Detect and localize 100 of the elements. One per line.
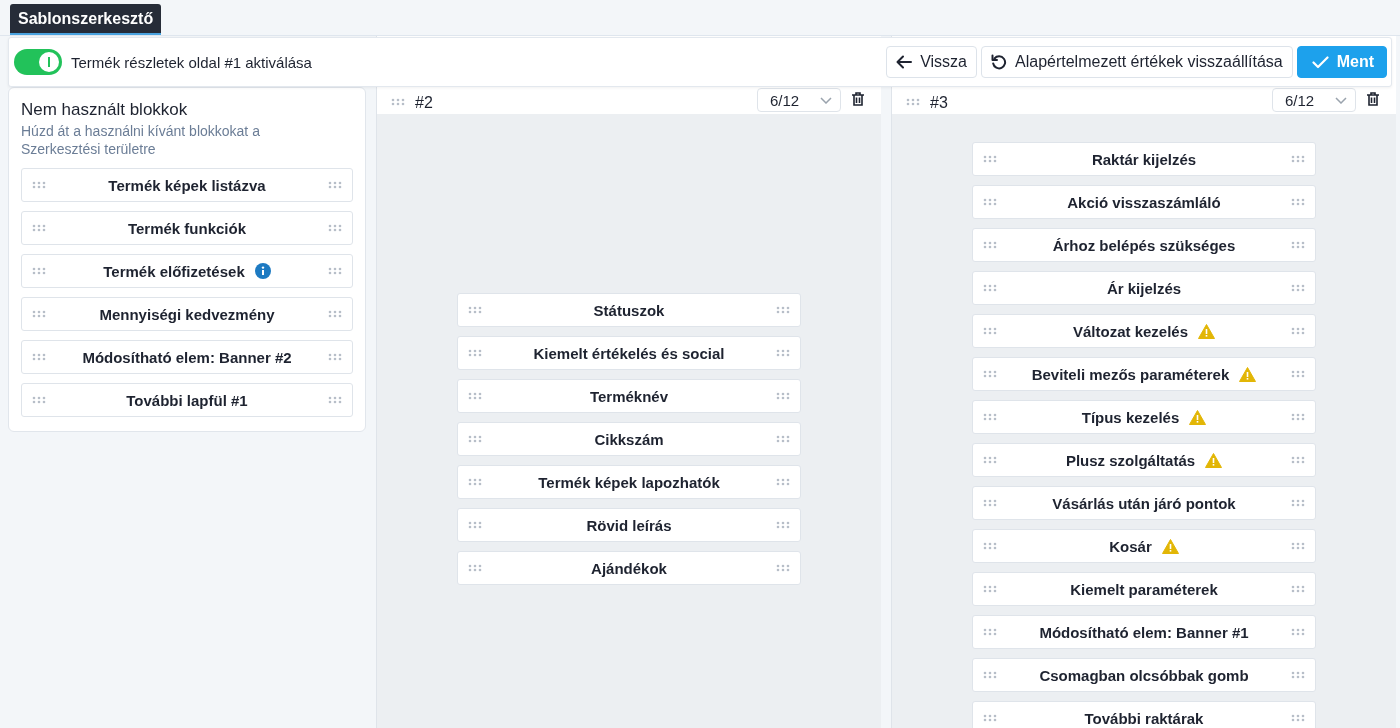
drag-handle-icon[interactable]: [328, 267, 342, 275]
drag-handle-icon[interactable]: [983, 370, 997, 378]
drag-handle-icon[interactable]: [32, 353, 46, 361]
drag-handle-icon[interactable]: [1291, 585, 1305, 593]
width-select[interactable]: 6/12: [1272, 88, 1356, 112]
warning-icon: [1189, 409, 1207, 425]
drag-handle-icon[interactable]: [468, 349, 482, 357]
block-card[interactable]: Csomagban olcsóbbak gomb: [972, 658, 1316, 692]
drag-handle-icon[interactable]: [776, 435, 790, 443]
drag-handle-icon[interactable]: [328, 396, 342, 404]
drag-handle-icon[interactable]: [32, 310, 46, 318]
drag-handle-icon[interactable]: [983, 241, 997, 249]
template-editor-tab[interactable]: Sablonszerkesztő: [10, 4, 162, 35]
drag-handle-icon[interactable]: [983, 585, 997, 593]
drag-handle-icon[interactable]: [1291, 628, 1305, 636]
block-card[interactable]: Terméknév: [457, 379, 801, 413]
drag-handle-icon[interactable]: [1291, 241, 1305, 249]
drag-handle-icon[interactable]: [32, 396, 46, 404]
block-card[interactable]: Vásárlás után járó pontok: [972, 486, 1316, 520]
drag-handle-icon[interactable]: [776, 521, 790, 529]
block-card[interactable]: Kiemelt paraméterek: [972, 572, 1316, 606]
drag-handle-icon[interactable]: [1291, 284, 1305, 292]
block-card[interactable]: Termék előfizetések: [21, 254, 353, 288]
block-card[interactable]: Árhoz belépés szükséges: [972, 228, 1316, 262]
block-card[interactable]: További lapfül #1: [21, 383, 353, 417]
drag-handle-icon[interactable]: [983, 628, 997, 636]
block-card[interactable]: Kosár: [972, 529, 1316, 563]
block-card[interactable]: Termék képek lapozhatók: [457, 465, 801, 499]
warning-icon: [1198, 323, 1216, 339]
width-select[interactable]: 6/12: [757, 88, 841, 112]
block-card[interactable]: Státuszok: [457, 293, 801, 327]
back-button[interactable]: Vissza: [886, 46, 977, 78]
drag-handle-icon[interactable]: [32, 267, 46, 275]
drag-handle-icon[interactable]: [983, 155, 997, 163]
block-card[interactable]: Termék funkciók: [21, 211, 353, 245]
drag-handle-icon[interactable]: [983, 542, 997, 550]
drag-handle-icon[interactable]: [1291, 155, 1305, 163]
drag-handle-icon[interactable]: [32, 181, 46, 189]
arrow-left-icon: [896, 55, 913, 69]
drag-handle-icon[interactable]: [391, 98, 405, 106]
drag-handle-icon[interactable]: [1291, 370, 1305, 378]
drag-handle-icon[interactable]: [983, 714, 997, 722]
block-card[interactable]: További raktárak: [972, 701, 1316, 728]
panel-title: Nem használt blokkok: [21, 100, 189, 120]
drag-handle-icon[interactable]: [1291, 714, 1305, 722]
warning-icon: [1161, 538, 1179, 554]
block-card[interactable]: Mennyiségi kedvezmény: [21, 297, 353, 331]
drag-handle-icon[interactable]: [468, 521, 482, 529]
block-card[interactable]: Típus kezelés: [972, 400, 1316, 434]
block-card[interactable]: Rövid leírás: [457, 508, 801, 542]
toggle-label: Termék részletek oldal #1 aktiválása: [71, 53, 313, 71]
drag-handle-icon[interactable]: [983, 198, 997, 206]
info-icon: [254, 263, 271, 279]
drag-handle-icon[interactable]: [983, 456, 997, 464]
drag-handle-icon[interactable]: [1291, 456, 1305, 464]
drag-handle-icon[interactable]: [1291, 542, 1305, 550]
drag-handle-icon[interactable]: [328, 181, 342, 189]
drag-handle-icon[interactable]: [328, 224, 342, 232]
block-card[interactable]: Ajándékok: [457, 551, 801, 585]
delete-icon[interactable]: [1366, 92, 1380, 106]
drag-handle-icon[interactable]: [468, 392, 482, 400]
warning-icon: [1205, 452, 1223, 468]
drag-handle-icon[interactable]: [776, 564, 790, 572]
block-card[interactable]: Cikkszám: [457, 422, 801, 456]
drag-handle-icon[interactable]: [1291, 499, 1305, 507]
drag-handle-icon[interactable]: [983, 671, 997, 679]
drag-handle-icon[interactable]: [1291, 413, 1305, 421]
drag-handle-icon[interactable]: [468, 478, 482, 486]
drag-handle-icon[interactable]: [468, 564, 482, 572]
block-card[interactable]: Beviteli mezős paraméterek: [972, 357, 1316, 391]
drag-handle-icon[interactable]: [328, 310, 342, 318]
drag-handle-icon[interactable]: [906, 98, 920, 106]
block-card[interactable]: Módosítható elem: Banner #1: [972, 615, 1316, 649]
drag-handle-icon[interactable]: [983, 499, 997, 507]
block-card[interactable]: Termék képek listázva: [21, 168, 353, 202]
drag-handle-icon[interactable]: [1291, 198, 1305, 206]
block-card[interactable]: Raktár kijelzés: [972, 142, 1316, 176]
block-card[interactable]: Ár kijelzés: [972, 271, 1316, 305]
drag-handle-icon[interactable]: [983, 327, 997, 335]
drag-handle-icon[interactable]: [328, 353, 342, 361]
block-card[interactable]: Kiemelt értékelés és social: [457, 336, 801, 370]
drag-handle-icon[interactable]: [32, 224, 46, 232]
delete-icon[interactable]: [851, 92, 865, 106]
block-card[interactable]: Akció visszaszámláló: [972, 185, 1316, 219]
block-card[interactable]: Módosítható elem: Banner #2: [21, 340, 353, 374]
block-card[interactable]: Plusz szolgáltatás: [972, 443, 1316, 477]
drag-handle-icon[interactable]: [1291, 671, 1305, 679]
drag-handle-icon[interactable]: [468, 306, 482, 314]
drag-handle-icon[interactable]: [776, 306, 790, 314]
block-card[interactable]: Változat kezelés: [972, 314, 1316, 348]
drag-handle-icon[interactable]: [776, 478, 790, 486]
drag-handle-icon[interactable]: [468, 435, 482, 443]
drag-handle-icon[interactable]: [776, 349, 790, 357]
drag-handle-icon[interactable]: [983, 413, 997, 421]
drag-handle-icon[interactable]: [983, 284, 997, 292]
check-icon: [1311, 55, 1329, 69]
toggle-switch[interactable]: [14, 49, 62, 75]
drag-handle-icon[interactable]: [1291, 327, 1305, 335]
reset-button[interactable]: Alapértelmezett értékek visszaállítása: [981, 46, 1293, 78]
drag-handle-icon[interactable]: [776, 392, 790, 400]
